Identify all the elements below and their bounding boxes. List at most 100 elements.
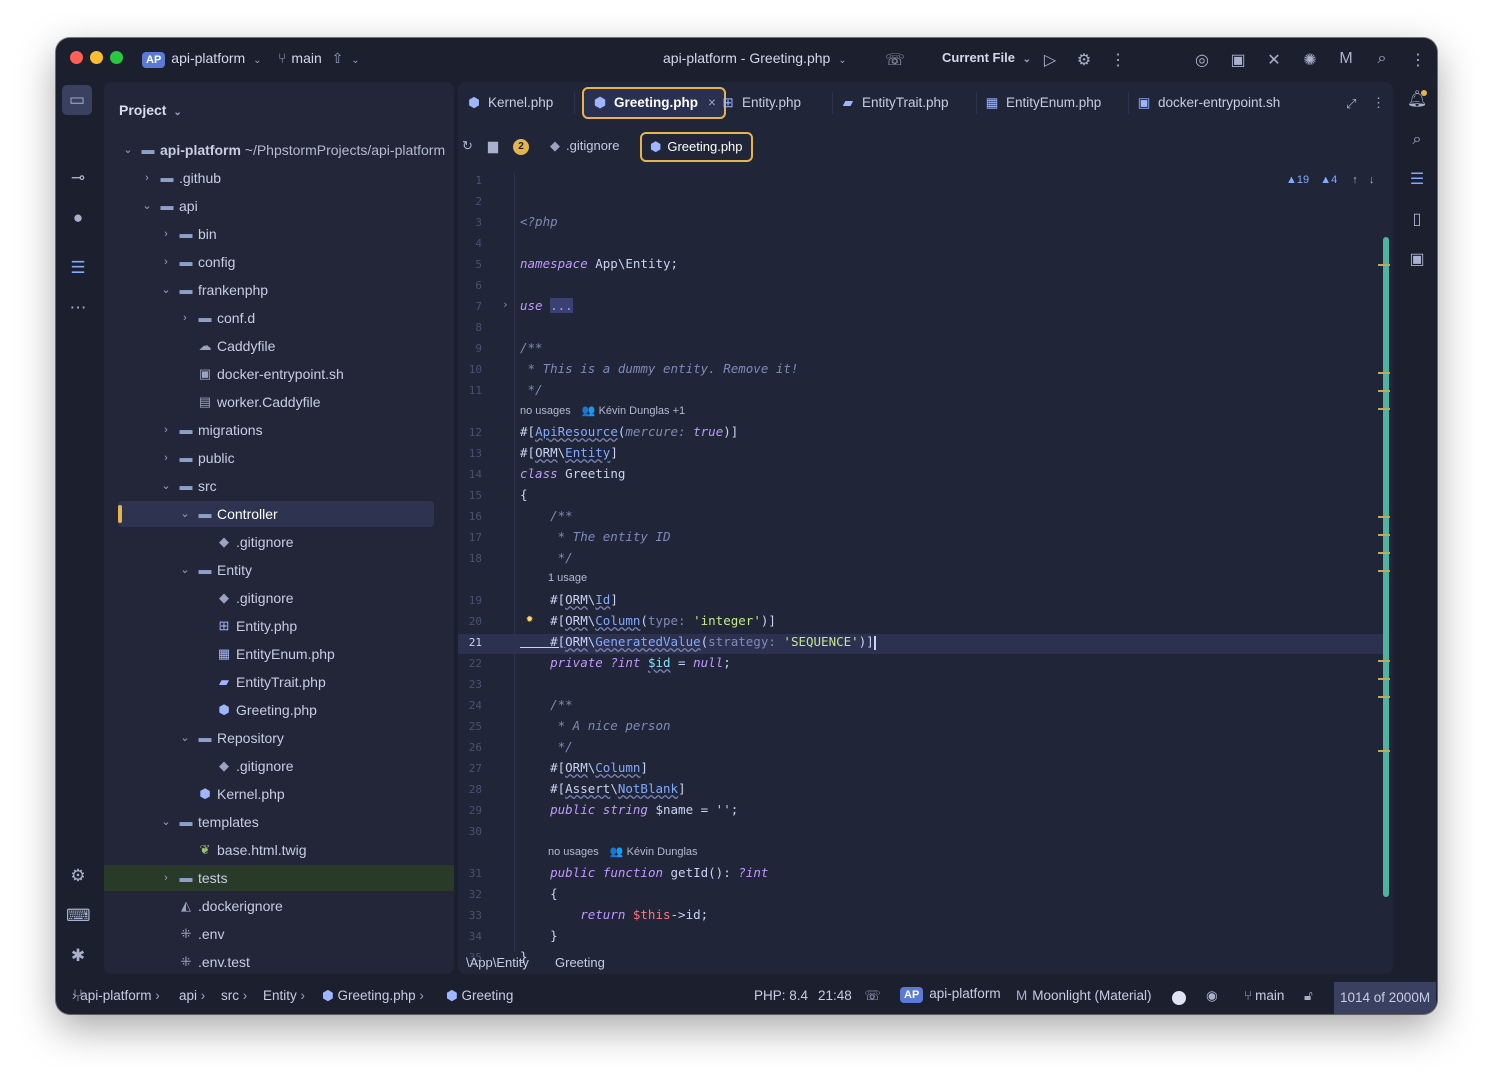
- react-icon[interactable]: ✺: [1300, 50, 1320, 70]
- branch-switcher[interactable]: ⑂ main ⇧ ⌄: [278, 50, 360, 67]
- class-crumb[interactable]: Greeting: [555, 955, 605, 970]
- error-stripe-mark[interactable]: [1378, 750, 1390, 752]
- error-stripe-mark[interactable]: [1378, 264, 1390, 266]
- error-stripe-mark[interactable]: [1378, 552, 1390, 554]
- run-config-selector[interactable]: Current File ⌄: [942, 50, 1031, 65]
- phone-call-icon[interactable]: ☏: [864, 988, 881, 1004]
- tree-item[interactable]: › ▬ migrations: [104, 417, 454, 443]
- tree-item[interactable]: ◆ .gitignore: [104, 753, 454, 779]
- tree-item[interactable]: ▦ EntityEnum.php: [104, 641, 454, 667]
- eye-icon[interactable]: ◉: [1206, 988, 1218, 1004]
- editor-tab[interactable]: ⬢ Greeting.php ×: [582, 87, 726, 119]
- chevron-down-icon[interactable]: ⌄: [122, 137, 134, 163]
- caret-position[interactable]: 21:48: [818, 988, 852, 1003]
- tree-item[interactable]: ◆ .gitignore: [104, 585, 454, 611]
- crumb-greeting[interactable]: ⬢ Greeting.php: [640, 132, 753, 162]
- chevron-right-icon[interactable]: ›: [160, 249, 172, 275]
- chevron-down-icon[interactable]: ⌄: [179, 725, 191, 751]
- error-stripe-mark[interactable]: [1378, 678, 1390, 680]
- tree-item[interactable]: ▣ docker-entrypoint.sh: [104, 361, 454, 387]
- tree-item[interactable]: › ▬ tests: [104, 865, 454, 891]
- error-stripe-mark[interactable]: [1378, 660, 1390, 662]
- tree-item[interactable]: ⌄ ▬ src: [104, 473, 454, 499]
- phone-call-icon[interactable]: ☏: [885, 50, 905, 70]
- crumb-gitignore[interactable]: ◆ .gitignore: [550, 138, 619, 154]
- database-icon[interactable]: ☰: [1405, 168, 1429, 192]
- error-stripe-mark[interactable]: [1378, 570, 1390, 572]
- problems-icon[interactable]: ✱: [66, 944, 90, 968]
- inlay-hint-getid[interactable]: no usages 👥 Kévin Dunglas: [548, 845, 698, 858]
- editor-tab[interactable]: ⊞ Entity.php: [720, 86, 801, 120]
- lock-icon[interactable]: 🔓︎: [1304, 988, 1313, 1004]
- commit-icon[interactable]: ⊸: [66, 166, 90, 190]
- window-title[interactable]: api-platform - Greeting.php ⌄: [663, 50, 847, 66]
- code-with-me-icon[interactable]: ▣: [1228, 50, 1248, 70]
- notifications-icon[interactable]: 🔔︎: [1405, 88, 1429, 112]
- memory-indicator[interactable]: 1014 of 2000M: [1334, 982, 1437, 1014]
- more-actions-icon[interactable]: ⋮: [1108, 50, 1128, 70]
- tree-item[interactable]: › ▬ conf.d: [104, 305, 454, 331]
- tree-item[interactable]: › ▬ bin: [104, 221, 454, 247]
- folded-imports[interactable]: ...: [550, 298, 573, 313]
- project-panel-title[interactable]: Project ⌄: [119, 102, 182, 118]
- tree-item[interactable]: ⌄ ▬ Entity: [104, 557, 454, 583]
- chevron-down-icon[interactable]: ⌄: [160, 809, 172, 835]
- chevron-down-icon[interactable]: ⌄: [160, 473, 172, 499]
- editor-scrollbar[interactable]: [1383, 237, 1389, 897]
- tree-item[interactable]: ◭ .dockerignore: [104, 893, 454, 919]
- chevron-right-icon[interactable]: ›: [160, 221, 172, 247]
- tree-item[interactable]: ☁ Caddyfile: [104, 333, 454, 359]
- status-crumb[interactable]: › api-platform ›: [72, 988, 160, 1003]
- chevron-down-icon[interactable]: ⌄: [179, 501, 191, 527]
- editor-tab[interactable]: ▦ EntityEnum.php: [984, 86, 1102, 120]
- services-icon[interactable]: ⚙: [66, 864, 90, 888]
- maximize-window-button[interactable]: [110, 51, 123, 64]
- endpoints-icon[interactable]: ▣: [1405, 248, 1429, 272]
- tree-root[interactable]: ⌄ ▬ api-platform ~/PhpstormProjects/api-…: [104, 137, 454, 163]
- tree-item[interactable]: ▰ EntityTrait.php: [104, 669, 454, 695]
- editor-tab[interactable]: ▰ EntityTrait.php: [840, 86, 949, 120]
- tab-options-icon[interactable]: ⋮: [1372, 95, 1385, 111]
- chevron-down-icon[interactable]: ⌄: [141, 193, 153, 219]
- change-count-badge[interactable]: 2: [513, 139, 529, 155]
- error-stripe-mark[interactable]: [1378, 516, 1390, 518]
- code-editor[interactable]: 1 2 3 4 5 6 7 8 9 10 11 12 13 14 15 16 17 18 19 20 21 22 23 24 2…: [458, 172, 1393, 974]
- status-crumb[interactable]: Entity ›: [263, 988, 305, 1003]
- status-branch[interactable]: ⑂ main: [1244, 988, 1284, 1003]
- plugin-m-icon[interactable]: M: [1336, 50, 1356, 68]
- inlay-hint-id[interactable]: 1 usage: [548, 572, 587, 584]
- tree-item[interactable]: ⌄ ▬ Controller: [104, 501, 454, 527]
- tree-item[interactable]: ⌄ ▬ frankenphp: [104, 277, 454, 303]
- tree-item[interactable]: › ▬ public: [104, 445, 454, 471]
- tree-item[interactable]: ⌄ ▬ Repository: [104, 725, 454, 751]
- chevron-right-icon[interactable]: ›: [160, 865, 172, 891]
- chevron-right-icon[interactable]: ›: [160, 445, 172, 471]
- terminal-icon[interactable]: ⌨: [66, 904, 91, 928]
- status-crumb[interactable]: api ›: [179, 988, 205, 1003]
- namespace-crumb[interactable]: \App\Entity: [466, 955, 529, 970]
- bookmarks-icon[interactable]: ▯: [1405, 208, 1429, 232]
- close-tab-icon[interactable]: ×: [708, 95, 716, 110]
- ai-assistant-icon[interactable]: ◎: [1192, 50, 1212, 70]
- status-project[interactable]: AP api-platform: [900, 986, 1001, 1003]
- error-stripe-mark[interactable]: [1378, 408, 1390, 410]
- editor-tab[interactable]: ⬢ Kernel.php: [466, 86, 553, 120]
- ai-chat-icon[interactable]: ⌕: [1405, 128, 1429, 152]
- fold-chevron-icon[interactable]: ›: [502, 298, 509, 311]
- chevron-right-icon[interactable]: ›: [160, 417, 172, 443]
- search-icon[interactable]: ⌕: [1372, 50, 1392, 68]
- error-stripe-mark[interactable]: [1378, 696, 1390, 698]
- chevron-down-icon[interactable]: ⌄: [179, 557, 191, 583]
- editor-tab[interactable]: ▣ docker-entrypoint.sh: [1136, 86, 1281, 120]
- status-crumb[interactable]: ⬢ Greeting.php ›: [322, 988, 424, 1004]
- error-stripe-mark[interactable]: [1378, 390, 1390, 392]
- php-version[interactable]: PHP: 8.4: [754, 988, 808, 1003]
- status-crumb[interactable]: src ›: [221, 988, 247, 1003]
- maximize-editor-icon[interactable]: ⤢: [1346, 96, 1356, 112]
- run-icon[interactable]: ▷: [1040, 50, 1060, 70]
- tree-item[interactable]: ⁜ .env: [104, 921, 454, 947]
- more-tools-icon[interactable]: ⋯: [66, 296, 90, 320]
- settings-menu-icon[interactable]: ⋮: [1408, 50, 1428, 70]
- project-switcher[interactable]: AP api-platform ⌄: [142, 50, 261, 68]
- debug-icon[interactable]: ⚙: [1074, 50, 1094, 70]
